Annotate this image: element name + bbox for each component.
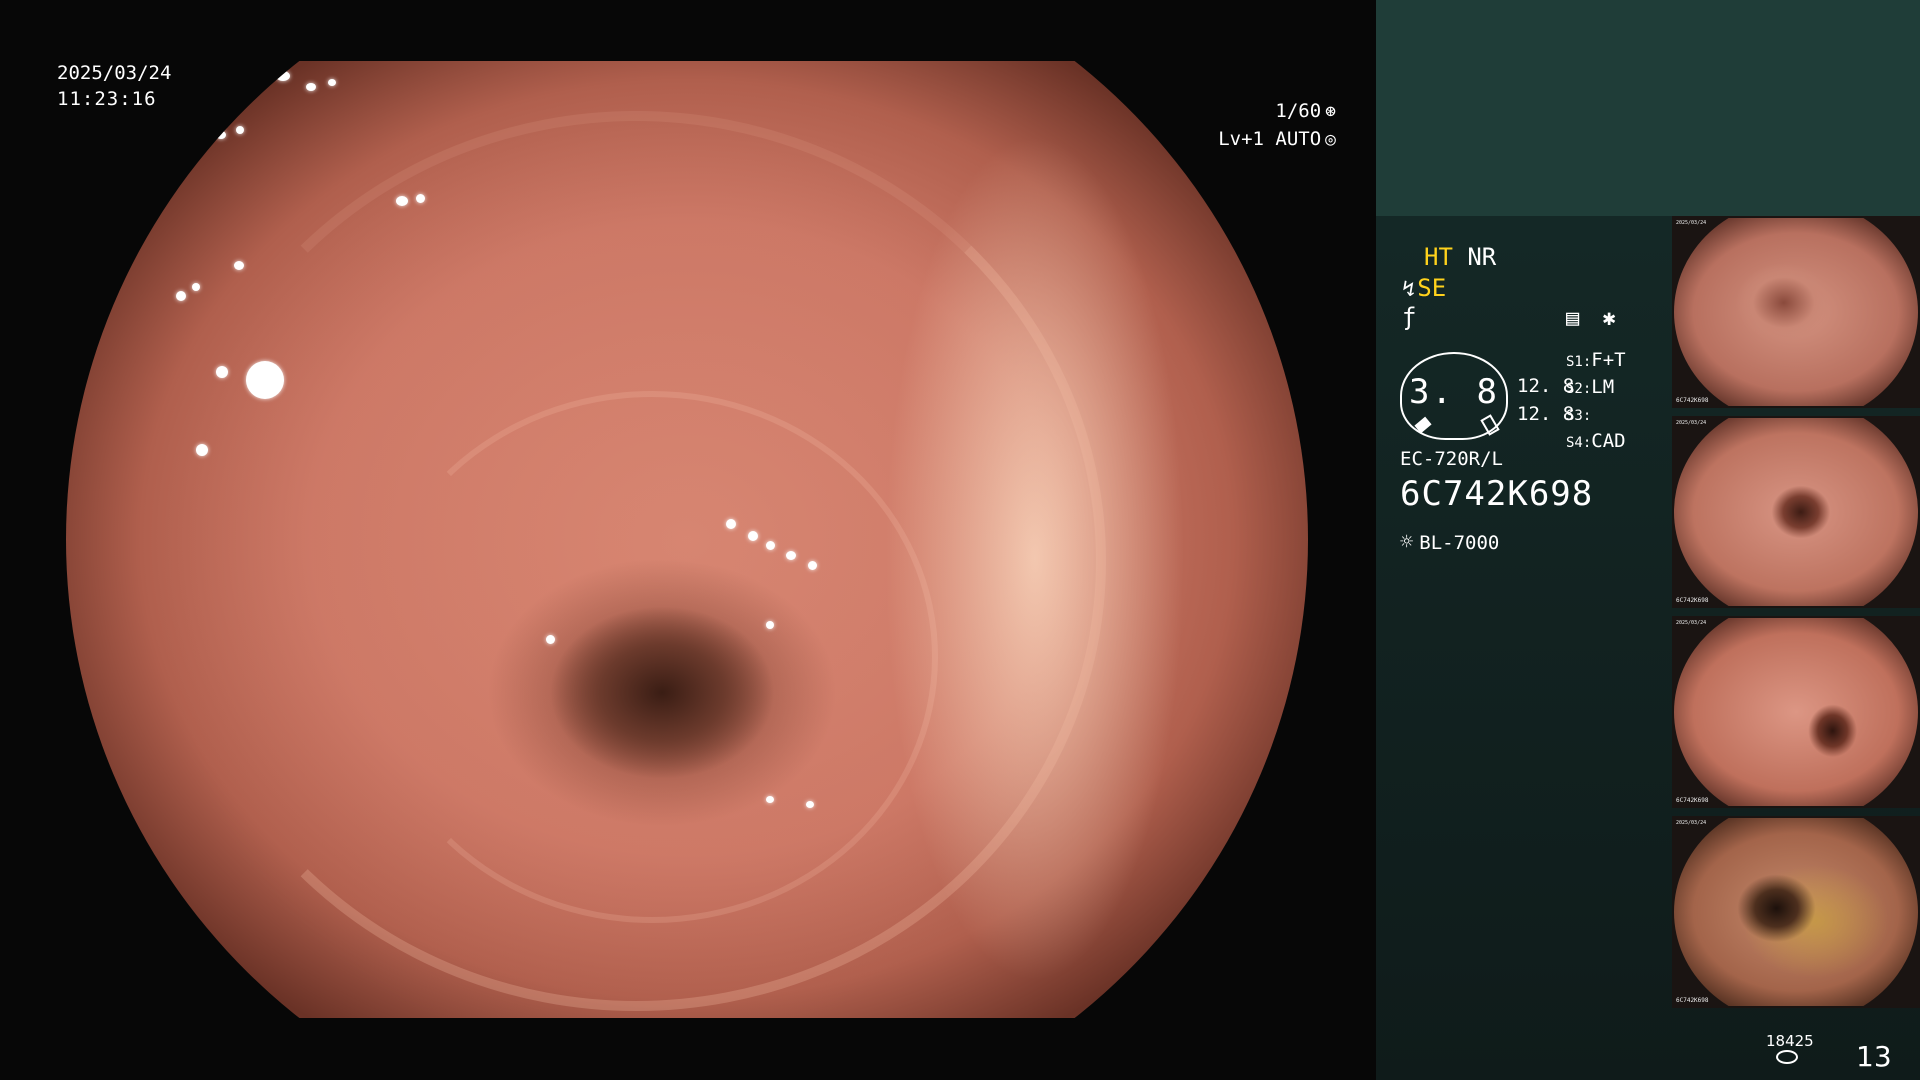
endoscopy-screen: 2025/03/24 11:23:16 1/60 ⊛ Lv+1 AUTO ◎ HT … (0, 0, 1920, 1080)
auto-iris-icon: ◎ (1325, 129, 1336, 150)
captured-thumbnail[interactable]: 2025/03/24 6C742K698 (1672, 616, 1920, 808)
specular-highlight (216, 366, 228, 378)
live-endoscopic-image (66, 61, 1308, 1018)
specular-highlight (246, 361, 284, 399)
freeze-icon: ƒ (1402, 303, 1417, 331)
brightness-level-value: Lv+1 AUTO (1218, 128, 1322, 150)
thumbnail-date: 2025/03/24 (1676, 820, 1707, 826)
thumbnail-date: 2025/03/24 (1676, 620, 1707, 626)
light-source: ☼ BL-7000 (1400, 530, 1499, 555)
thumbnail-caption: 6C742K698 (1676, 997, 1709, 1004)
main-endoscope-view: 2025/03/24 11:23:16 1/60 ⊛ Lv+1 AUTO ◎ (0, 0, 1376, 1080)
specular-highlight (234, 261, 244, 270)
specular-highlight (192, 283, 200, 291)
magnification-gauge: 3. 8 (1400, 352, 1508, 440)
light-source-label: BL-7000 (1419, 532, 1500, 554)
menu-icon: ▤ (1566, 306, 1580, 331)
switch-s1: S1:F+T (1566, 349, 1626, 371)
specular-highlight (766, 796, 774, 803)
storage-disk-icon (1776, 1050, 1798, 1064)
switch-s2: S2:LM (1566, 376, 1615, 398)
brightness-level: Lv+1 AUTO ◎ (1218, 128, 1336, 150)
specular-highlight (276, 71, 290, 81)
mode-nr: NR (1467, 243, 1497, 271)
specular-highlight (726, 519, 736, 529)
specular-highlight (806, 801, 814, 808)
switch-s3: S3: (1566, 408, 1592, 424)
specular-highlight (766, 621, 774, 629)
star-icon: ✱ (1602, 306, 1616, 331)
magnification-value: 3. 8 (1409, 372, 1499, 412)
specular-highlight (306, 83, 316, 91)
switch-s4: S4:CAD (1566, 430, 1626, 452)
panel-header (1376, 0, 1920, 216)
specular-highlight (766, 541, 775, 550)
thumbnail-caption: 6C742K698 (1676, 397, 1709, 404)
thumbnail-image (1674, 218, 1918, 406)
thumbnail-caption: 6C742K698 (1676, 797, 1709, 804)
thumbnail-caption: 6C742K698 (1676, 597, 1709, 604)
mode-ht: HT (1424, 243, 1453, 271)
thumbnail-image (1674, 618, 1918, 806)
shutter-speed-value: 1/60 (1275, 100, 1322, 122)
frame-count: 18425 (1766, 1032, 1814, 1050)
switch-assignments: S1:F+T S2:LM S3: S4:CAD (1566, 348, 1626, 456)
specular-highlight (786, 551, 796, 560)
specular-highlight (546, 635, 555, 644)
specular-highlight (236, 126, 244, 134)
shutter-icon: ⊛ (1325, 101, 1336, 122)
specular-highlight (216, 131, 226, 139)
specular-highlight (196, 444, 208, 456)
thumbnail-date: 2025/03/24 (1676, 220, 1707, 226)
mode-ht-nr: HT NR (1424, 243, 1496, 271)
specular-highlight (328, 79, 336, 86)
captured-thumbnail[interactable]: 2025/03/24 6C742K698 (1672, 216, 1920, 408)
panel-settings-icons: ▤ ✱ (1566, 306, 1616, 331)
captured-thumbnail[interactable]: 2025/03/24 6C742K698 (1672, 816, 1920, 1008)
mode-se-label: SE (1417, 274, 1447, 302)
scope-model: EC-720R/L (1400, 448, 1503, 470)
shutter-speed: 1/60 ⊛ (1275, 100, 1336, 122)
thumbnail-image (1674, 818, 1918, 1006)
mucosal-fold-inner (366, 391, 938, 923)
thumbnail-image (1674, 418, 1918, 606)
thumbnail-date: 2025/03/24 (1676, 420, 1707, 426)
specular-highlight (416, 194, 425, 203)
mode-se: ↯SE (1402, 274, 1446, 302)
enhance-icon: ↯ (1402, 277, 1416, 302)
exam-time: 11:23:16 (57, 88, 157, 110)
captured-thumbnail[interactable]: 2025/03/24 6C742K698 (1672, 416, 1920, 608)
specular-highlight (176, 291, 186, 301)
gauge-marker-left (1414, 416, 1432, 434)
specular-highlight (396, 196, 408, 206)
page-number: 13 (1856, 1040, 1892, 1073)
scope-serial: 6C742K698 (1400, 474, 1594, 514)
sun-icon: ☼ (1400, 530, 1414, 555)
exam-date: 2025/03/24 (57, 62, 172, 84)
specular-highlight (808, 561, 817, 570)
specular-highlight (748, 531, 758, 541)
